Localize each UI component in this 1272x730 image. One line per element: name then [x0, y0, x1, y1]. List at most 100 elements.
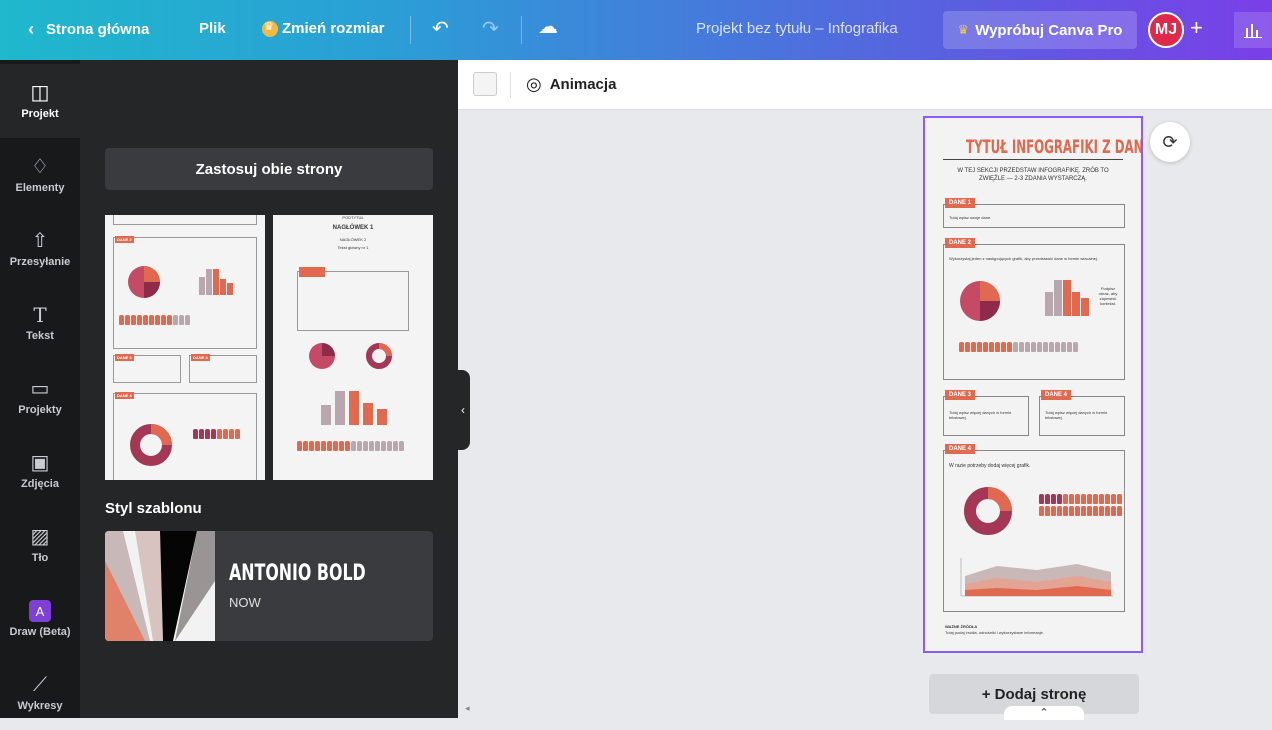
rail-item-tekst[interactable]: T Tekst — [0, 286, 80, 360]
thumb-tag: DANE 4 — [115, 392, 134, 399]
top-bar: ‹ Strona główna Plik Zmień rozmiar ↶ ↷ ☁… — [0, 0, 1272, 60]
thumb-people — [297, 441, 404, 451]
bar-chart-icon[interactable] — [1234, 12, 1272, 48]
collapse-panel-button[interactable]: ‹ — [456, 370, 470, 450]
rail-label: Draw (Beta) — [9, 626, 71, 638]
background-color-swatch[interactable] — [473, 72, 497, 96]
rail-item-przesylanie[interactable]: ⇧ Przesyłanie — [0, 212, 80, 286]
thumb-donut — [130, 424, 172, 466]
section-tag: DANE 2 — [945, 238, 976, 248]
section-text: Wykorzystaj jeden z następujących grafik… — [949, 256, 1098, 261]
rail-label: Projekt — [21, 108, 59, 120]
thumb-box — [297, 271, 409, 331]
sources-label: WAŻNE ŹRÓDŁA — [945, 624, 978, 629]
section-text: W razie potrzeby dodaj więcej grafik. — [949, 463, 1031, 469]
toolbar-divider — [410, 16, 411, 44]
rail-item-elementy[interactable]: ♢ Elementy — [0, 138, 80, 212]
add-member-button[interactable]: + — [1190, 15, 1203, 41]
folder-icon: ▭ — [30, 378, 50, 400]
try-pro-button[interactable]: ♛ Wypróbuj Canva Pro — [943, 11, 1137, 49]
rail-item-tlo[interactable]: ▨ Tło — [0, 508, 80, 582]
animation-icon: ◎ — [526, 74, 542, 94]
rail-label: Tło — [31, 552, 49, 564]
thumb-people — [119, 315, 190, 325]
rail-label: Projekty — [18, 404, 62, 416]
style-font-sub: NOW — [229, 595, 261, 610]
canvas-toolbar: ◎ Animacja — [458, 60, 1272, 110]
image-caption: Podpisz obraz, aby zapewnić kontekst. — [1098, 286, 1118, 306]
rail-label: Przesyłanie — [9, 256, 71, 268]
undo-icon[interactable]: ↶ — [432, 16, 449, 41]
chevron-left-icon: ‹ — [461, 403, 465, 417]
section-tag: DANE 1 — [945, 198, 976, 208]
thumb-tag: DANE 2 — [115, 236, 134, 243]
pattern-icon: ▨ — [30, 526, 50, 548]
donut-chart-graphic — [964, 487, 1012, 535]
layout-icon: ◫ — [30, 82, 50, 104]
chart-icon: ⟋ — [33, 674, 47, 696]
text-icon: T — [33, 303, 47, 327]
style-font-name: ANTONIO BOLD — [229, 561, 366, 586]
chevron-left-icon: ‹ — [28, 19, 34, 39]
thumb-tag — [299, 267, 325, 277]
side-panel: Zastosuj obie strony DANE 2 DANE 3 DANE … — [80, 60, 458, 718]
file-label: Plik — [199, 20, 226, 37]
pro-label: Wypróbuj Canva Pro — [975, 21, 1123, 39]
thumb-subtitle: PODTYTUŁ — [342, 215, 364, 220]
file-menu-button[interactable]: Plik — [199, 20, 226, 37]
section-tag: DANE 4 — [945, 444, 976, 454]
add-comment-icon[interactable]: ⟳ — [1150, 122, 1190, 162]
thumb-pies — [309, 343, 392, 369]
rail-item-draw[interactable]: A Draw (Beta) — [0, 582, 80, 656]
infographic-title[interactable]: TYTUŁ INFOGRAFIKI Z DANYMI — [966, 136, 1141, 158]
crown-icon — [262, 20, 278, 37]
section-tag: DANE 3 — [945, 390, 976, 400]
apply-both-pages-button[interactable]: Zastosuj obie strony — [105, 148, 433, 190]
section-text: Tutaj wpisz więcej danych w formie tekst… — [949, 410, 1012, 420]
crown-icon: ♛ — [957, 22, 970, 37]
image-icon: ▣ — [30, 452, 50, 474]
cloud-upload-icon: ⇧ — [31, 230, 49, 252]
template-page-thumbnail-1[interactable]: DANE 2 DANE 3 DANE 4 DANE 4 — [105, 215, 265, 480]
section-text: Tutaj wpisz swoje dane. — [949, 215, 992, 220]
people-graphic — [959, 342, 1078, 352]
animation-button[interactable]: ◎ Animacja — [526, 74, 616, 95]
cloud-sync-icon[interactable]: ☁ — [538, 14, 558, 39]
thumb-heading-2: NAGŁÓWEK 2 — [339, 237, 367, 242]
rail-label: Zdjęcia — [21, 478, 59, 490]
document-title[interactable]: Projekt bez tytułu – Infografika — [696, 20, 898, 37]
template-style-card[interactable]: ANTONIO BOLD NOW — [105, 531, 433, 641]
resize-label: Zmień rozmiar — [282, 20, 385, 37]
resize-button[interactable]: Zmień rozmiar — [262, 20, 385, 37]
draw-icon: A — [29, 600, 51, 622]
template-style-heading: Styl szablonu — [105, 500, 202, 517]
template-page-thumbnail-2[interactable]: PODTYTUŁ NAGŁÓWEK 1 NAGŁÓWEK 2 Tekst głó… — [273, 215, 433, 480]
scroll-left-arrow[interactable]: ◂ — [465, 703, 470, 714]
section-tag: DANE 4 — [1041, 390, 1072, 400]
toolbar-divider — [521, 16, 522, 44]
bar-chart-graphic — [1045, 280, 1089, 316]
rail-label: Tekst — [26, 330, 54, 342]
style-preview-art — [105, 531, 215, 641]
infographic-subtitle[interactable]: W TEJ SEKCJI PRZEDSTAW INFOGRAFIKĘ. ZRÓB… — [955, 167, 1111, 183]
rail-item-projekty[interactable]: ▭ Projekty — [0, 360, 80, 434]
thumb-tag: DANE 3 — [115, 354, 134, 361]
redo-icon[interactable]: ↷ — [482, 16, 499, 41]
rail-label: Elementy — [15, 182, 65, 194]
area-chart-graphic — [960, 558, 1113, 597]
sources-text: Tutaj podaj źródła, odnośniki i wykorzys… — [945, 630, 1044, 635]
home-label: Strona główna — [46, 21, 150, 38]
left-rail: ◫ Projekt ♢ Elementy ⇧ Przesyłanie T Tek… — [0, 60, 80, 718]
back-home-button[interactable]: ‹ Strona główna — [28, 19, 149, 40]
rail-item-wykresy[interactable]: ⟋ Wykresy — [0, 656, 80, 730]
thumb-bars — [199, 269, 233, 295]
thumb-box — [113, 215, 257, 225]
thumb-bars — [321, 391, 387, 425]
thumb-people — [193, 429, 240, 439]
avatar[interactable]: MJ — [1148, 12, 1184, 48]
rail-item-projekt[interactable]: ◫ Projekt — [0, 64, 80, 138]
rail-item-zdjecia[interactable]: ▣ Zdjęcia — [0, 434, 80, 508]
thumb-pie — [128, 266, 160, 298]
thumb-tag: DANE 4 — [191, 354, 210, 361]
design-page[interactable]: TYTUŁ INFOGRAFIKI Z DANYMI W TEJ SEKCJI … — [923, 116, 1143, 653]
